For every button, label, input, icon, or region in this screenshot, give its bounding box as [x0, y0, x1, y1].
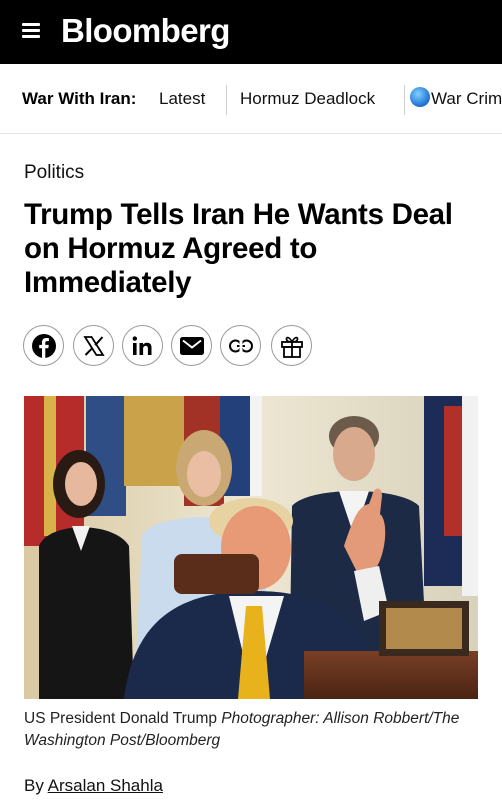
- share-email-button[interactable]: [171, 325, 212, 366]
- photo-illustration: [24, 396, 478, 699]
- share-link-button[interactable]: [220, 325, 261, 366]
- author-link[interactable]: Arsalan Shahla: [48, 776, 163, 795]
- byline-prefix: By: [24, 776, 44, 795]
- article-photo: [24, 396, 478, 699]
- section-label[interactable]: Politics: [24, 162, 84, 184]
- email-icon: [179, 336, 204, 355]
- menu-icon[interactable]: [22, 23, 40, 39]
- photo-caption: US President Donald Trump Photographer: …: [24, 708, 484, 752]
- nav-item-hormuz-deadlock[interactable]: Hormuz Deadlock: [240, 89, 375, 109]
- share-linkedin-button[interactable]: [122, 325, 163, 366]
- facebook-icon: [31, 333, 56, 358]
- share-facebook-button[interactable]: [23, 325, 64, 366]
- gift-icon: [280, 336, 303, 358]
- nav-item-war-crimes[interactable]: War Crimes: [431, 89, 502, 109]
- caption-text: US President Donald Trump: [24, 710, 217, 727]
- link-icon: [228, 338, 253, 353]
- byline: By Arsalan Shahla: [24, 776, 163, 796]
- x-icon: [82, 335, 105, 356]
- nav-prefix: War With Iran:: [22, 89, 137, 108]
- headline: Trump Tells Iran He Wants Deal on Hormuz…: [24, 198, 453, 299]
- top-header: Bloomberg: [0, 0, 502, 64]
- globe-icon[interactable]: [410, 87, 430, 107]
- share-x-button[interactable]: [73, 325, 114, 366]
- share-gift-button[interactable]: [271, 325, 312, 366]
- linkedin-icon: [132, 335, 151, 355]
- logo[interactable]: Bloomberg: [61, 12, 230, 50]
- nav-divider: [226, 85, 227, 115]
- nav-item-latest[interactable]: Latest: [159, 89, 205, 109]
- topic-nav: War With Iran: Latest Hormuz Deadlock Wa…: [0, 64, 502, 134]
- nav-divider: [404, 85, 405, 115]
